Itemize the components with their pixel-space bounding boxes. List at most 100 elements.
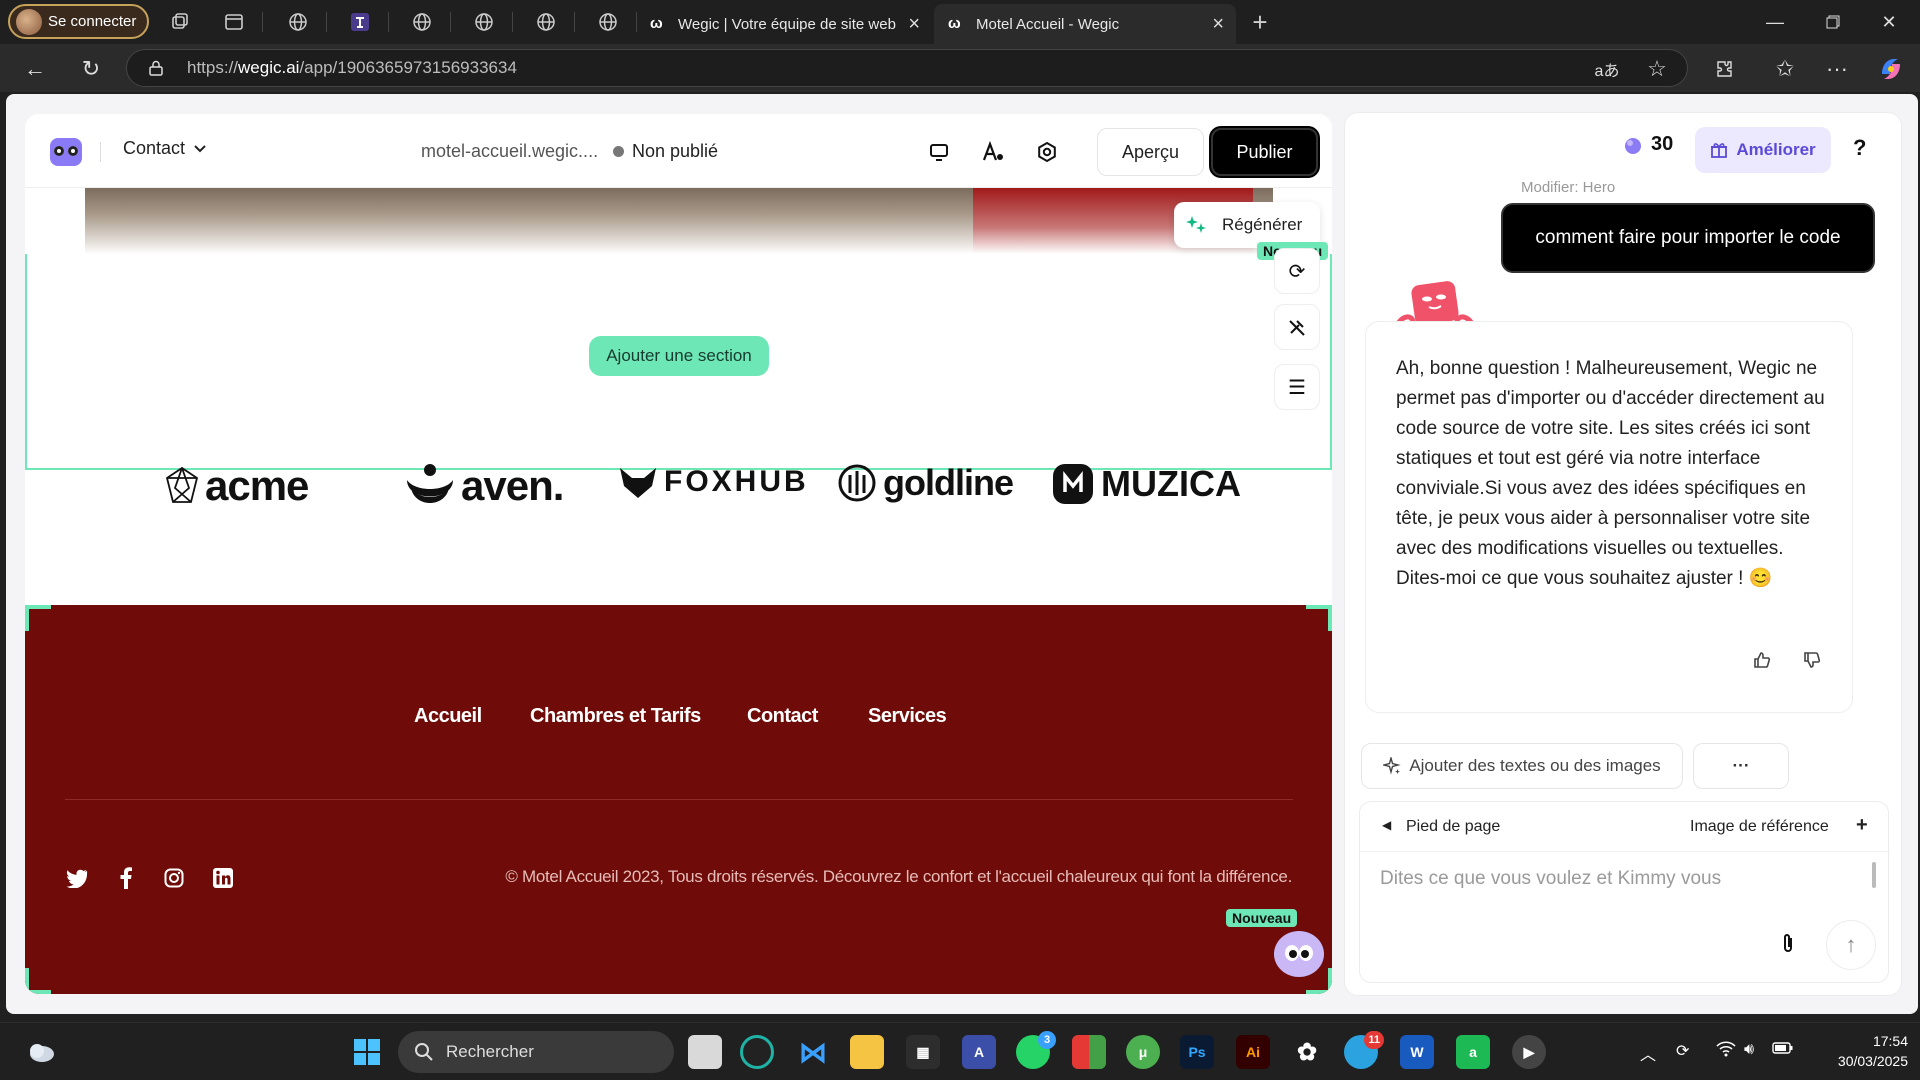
photoshop-icon[interactable]: Ps — [1180, 1035, 1214, 1069]
credits-value: 30 — [1651, 133, 1674, 155]
section-menu-icon[interactable]: ☰ — [1274, 364, 1320, 410]
show-hidden-icons-icon[interactable]: ︿ — [1640, 1041, 1656, 1065]
linkedin-icon[interactable] — [210, 865, 236, 891]
battery-icon[interactable] — [1772, 1041, 1794, 1060]
copilot-icon[interactable] — [1876, 54, 1906, 84]
wifi-icon[interactable] — [1716, 1041, 1736, 1062]
input-scrollbar[interactable] — [1872, 862, 1876, 888]
edit-link-icon[interactable] — [1274, 304, 1320, 350]
chatgpt-icon[interactable]: ✿ — [1290, 1035, 1324, 1069]
globe-tab-icon[interactable] — [532, 8, 560, 36]
telegram-icon[interactable]: 11 — [1344, 1031, 1384, 1069]
sync-icon[interactable]: ⟳ — [1676, 1041, 1689, 1061]
utorrent-icon[interactable]: μ — [1126, 1035, 1160, 1069]
vscode-icon[interactable]: ⋈ — [796, 1035, 830, 1069]
status-dot — [613, 146, 624, 157]
wegic-favicon-icon: ω — [948, 15, 961, 32]
wegic-logo[interactable] — [50, 138, 82, 166]
thumbs-up-icon[interactable] — [1750, 648, 1774, 672]
footer-nav-chambres[interactable]: Chambres et Tarifs — [530, 705, 701, 728]
windows-start-icon[interactable] — [350, 1035, 384, 1069]
hero-image-strip[interactable] — [85, 188, 1273, 254]
credits-counter: 30 — [1623, 133, 1673, 156]
workspaces-icon[interactable] — [166, 8, 194, 36]
back-icon[interactable]: ← — [20, 54, 50, 84]
illustrator-icon[interactable]: Ai — [1236, 1035, 1270, 1069]
favorites-icon[interactable]: ✩ — [1770, 54, 1800, 84]
site-footer[interactable]: Accueil Chambres et Tarifs Contact Servi… — [25, 605, 1332, 994]
color-app-icon[interactable] — [1072, 1035, 1106, 1069]
font-style-icon[interactable] — [979, 138, 1007, 166]
favorite-star-icon[interactable]: ☆ — [1642, 54, 1672, 84]
globe-tab-icon[interactable] — [594, 8, 622, 36]
preview-button[interactable]: Aperçu — [1097, 128, 1204, 176]
tab-motel-accueil[interactable]: ω Motel Accueil - Wegic × — [934, 4, 1236, 44]
footer-divider — [65, 799, 1293, 800]
publish-button[interactable]: Publier — [1211, 128, 1318, 176]
upgrade-button[interactable]: Améliorer — [1695, 127, 1831, 173]
system-clock[interactable]: 17:54 30/03/2025 — [1818, 1031, 1908, 1071]
file-explorer-icon[interactable] — [850, 1035, 884, 1069]
settings-gear-icon[interactable] — [1033, 138, 1061, 166]
new-tab-icon[interactable]: + — [1246, 7, 1274, 37]
globe-tab-icon[interactable] — [284, 8, 312, 36]
microsoft-store-icon[interactable]: ▦ — [906, 1035, 940, 1069]
close-window-icon[interactable]: ✕ — [1866, 6, 1912, 38]
profile-button[interactable]: Se connecter — [8, 4, 149, 39]
twitter-icon[interactable] — [64, 865, 90, 891]
footer-nav-accueil[interactable]: Accueil — [414, 705, 482, 728]
volume-icon[interactable]: 🔊︎ — [1744, 1041, 1754, 1059]
add-texts-images-chip[interactable]: Ajouter des textes ou des images — [1361, 743, 1683, 789]
caret-left-icon[interactable]: ◀ — [1382, 818, 1391, 832]
acme-logo-text: acme — [205, 462, 309, 509]
task-view-icon[interactable] — [688, 1035, 722, 1069]
tab-wegic-home[interactable]: ω Wegic | Votre équipe de site web × — [636, 4, 932, 44]
edge-icon[interactable] — [740, 1035, 774, 1069]
attach-paperclip-icon[interactable] — [1780, 932, 1796, 960]
add-reference-icon[interactable]: + — [1856, 814, 1868, 837]
instagram-icon[interactable] — [161, 865, 187, 891]
extensions-icon[interactable] — [1710, 54, 1740, 84]
restore-icon[interactable] — [1810, 6, 1856, 38]
more-menu-icon[interactable]: ··· — [1822, 54, 1852, 84]
extension-tab-icon[interactable] — [346, 8, 374, 36]
assistant-message-text: Ah, bonne question ! Malheureusement, We… — [1396, 358, 1825, 589]
font-app-icon[interactable]: A — [962, 1035, 996, 1069]
refresh-icon[interactable]: ↻ — [76, 54, 106, 84]
word-icon[interactable]: W — [1400, 1035, 1434, 1069]
read-aloud-icon[interactable]: aあ — [1592, 54, 1622, 84]
close-tab-icon[interactable]: × — [1212, 13, 1224, 36]
footer-nav-services[interactable]: Services — [868, 705, 947, 728]
facebook-icon[interactable] — [113, 865, 139, 891]
minimize-icon[interactable]: — — [1752, 6, 1798, 38]
tab-title: Wegic | Votre équipe de site web — [678, 15, 896, 33]
sparkle-icon — [1383, 757, 1401, 775]
globe-tab-icon[interactable] — [470, 8, 498, 36]
address-bar[interactable]: https://wegic.ai/app/1906365973156933634 — [126, 49, 1688, 87]
add-section-button[interactable]: Ajouter une section — [589, 336, 769, 376]
whatsapp-icon[interactable]: 3 — [1016, 1031, 1056, 1069]
globe-tab-icon[interactable] — [408, 8, 436, 36]
site-editor-canvas[interactable]: Contact motel-accueil.wegic.... Non publ… — [25, 114, 1332, 994]
more-suggestions-button[interactable]: ··· — [1693, 743, 1789, 789]
kimmy-mascot-icon[interactable] — [1274, 931, 1324, 977]
app-green-icon[interactable]: a — [1456, 1035, 1490, 1069]
send-arrow-icon[interactable]: ↑ — [1826, 920, 1876, 970]
page-selector[interactable]: Contact — [123, 138, 207, 159]
weather-icon[interactable] — [24, 1035, 58, 1069]
reference-image-label[interactable]: Image de référence — [1690, 818, 1829, 836]
footer-nav-contact[interactable]: Contact — [747, 705, 818, 728]
refresh-section-icon[interactable]: ⟳ — [1274, 248, 1320, 294]
media-player-icon[interactable]: ▶ — [1512, 1035, 1546, 1069]
thumbs-down-icon[interactable] — [1800, 648, 1824, 672]
help-icon[interactable]: ? — [1853, 135, 1866, 161]
context-section-label[interactable]: Pied de page — [1406, 818, 1500, 836]
desktop-view-icon[interactable] — [925, 138, 953, 166]
taskbar-search[interactable]: Rechercher — [398, 1031, 674, 1073]
site-domain[interactable]: motel-accueil.wegic.... — [421, 141, 598, 162]
close-tab-icon[interactable]: × — [908, 13, 920, 36]
aven-logo-icon — [407, 464, 453, 503]
acme-logo-icon — [165, 466, 199, 503]
chat-message-input[interactable]: Dites ce que vous voulez et Kimmy vous — [1380, 868, 1860, 890]
tab-actions-icon[interactable] — [220, 8, 248, 36]
